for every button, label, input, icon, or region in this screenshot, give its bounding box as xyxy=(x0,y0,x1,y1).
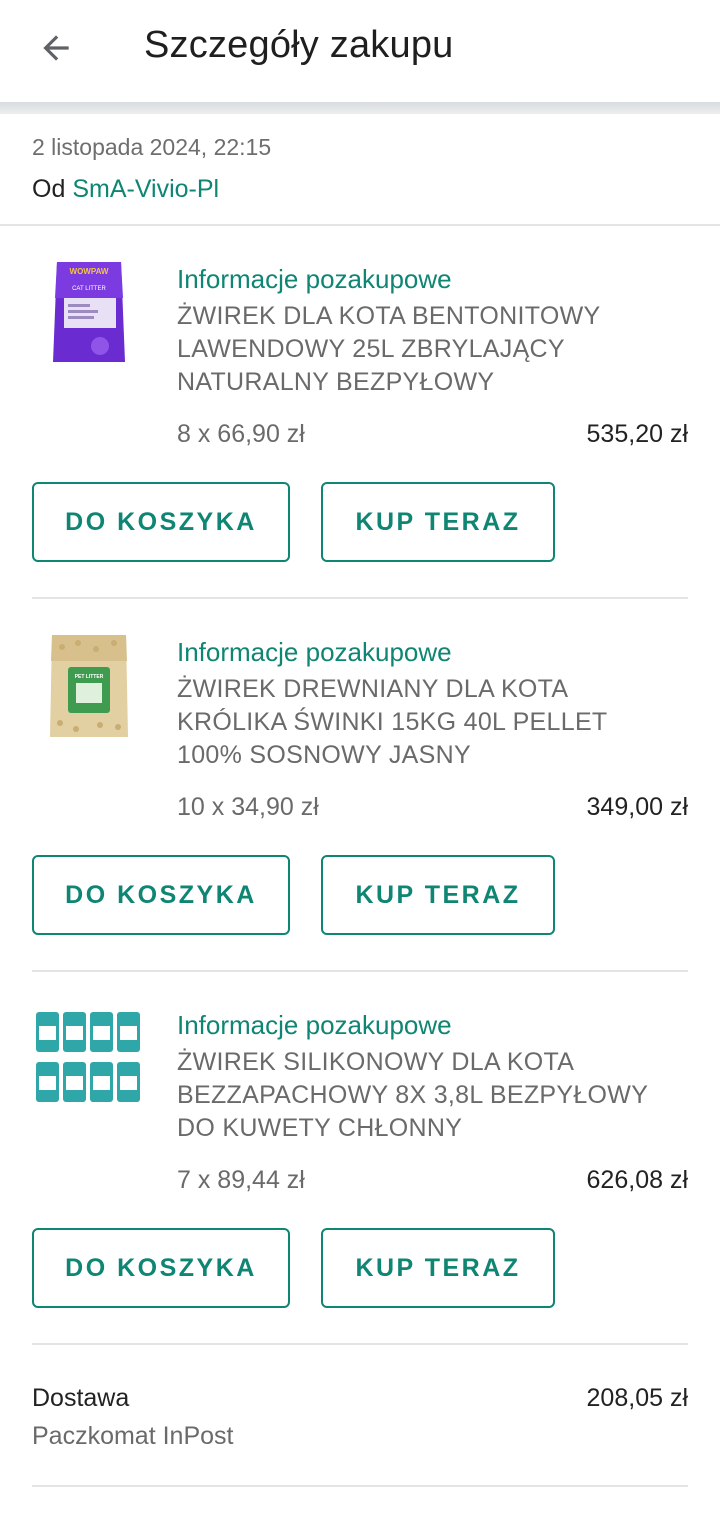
divider xyxy=(32,970,688,972)
product-name[interactable]: ŻWIREK SILIKONOWY DLA KOTA BEZZAPACHOWY … xyxy=(177,1046,677,1145)
post-purchase-info-link[interactable]: Informacje pozakupowe xyxy=(177,1010,452,1041)
svg-text:PET LITTER: PET LITTER xyxy=(75,674,104,680)
item-total: 626,08 zł xyxy=(586,1166,688,1194)
quantity-price: 10 x 34,90 zł xyxy=(177,793,319,821)
order-meta: 2 listopada 2024, 22:15 Od SmA-Vivio-Pl xyxy=(32,130,692,206)
buy-now-button[interactable]: KUP TERAZ xyxy=(321,855,555,935)
page-title: Szczegóły zakupu xyxy=(144,24,454,66)
post-purchase-info-link[interactable]: Informacje pozakupowe xyxy=(177,264,452,295)
divider xyxy=(32,1343,688,1345)
product-thumbnail[interactable] xyxy=(30,1004,144,1118)
from-label: Od xyxy=(32,175,66,203)
litter-bag-wood-image: PET LITTER xyxy=(30,631,144,745)
purchase-item: Informacje pozakupowe ŻWIREK SILIKONOWY … xyxy=(0,1004,720,1344)
post-purchase-info-link[interactable]: Informacje pozakupowe xyxy=(177,637,452,668)
add-to-cart-button[interactable]: DO KOSZYKA xyxy=(32,855,290,935)
svg-text:WOWPAW: WOWPAW xyxy=(70,267,109,276)
product-name[interactable]: ŻWIREK DREWNIANY DLA KOTA KRÓLIKA ŚWINKI… xyxy=(177,673,677,772)
svg-text:CAT LITTER: CAT LITTER xyxy=(72,286,106,292)
order-date: 2 listopada 2024, 22:15 xyxy=(32,134,272,160)
top-app-bar: Szczegóły zakupu xyxy=(0,0,720,104)
item-total: 349,00 zł xyxy=(586,793,688,821)
divider xyxy=(0,224,720,226)
quantity-price: 7 x 89,44 zł xyxy=(177,1166,305,1194)
litter-bag-purple-image: WOWPAW CAT LITTER xyxy=(30,258,144,372)
litter-bags-teal-image xyxy=(30,1004,144,1118)
divider xyxy=(32,597,688,599)
product-name[interactable]: ŻWIREK DLA KOTA BENTONITOWY LAWENDOWY 25… xyxy=(177,300,677,399)
product-thumbnail[interactable]: PET LITTER xyxy=(30,631,144,745)
back-button[interactable] xyxy=(30,22,82,74)
arrow-back-icon xyxy=(43,35,69,61)
add-to-cart-button[interactable]: DO KOSZYKA xyxy=(32,1228,290,1308)
buy-now-button[interactable]: KUP TERAZ xyxy=(321,482,555,562)
delivery-section: Dostawa Paczkomat InPost 208,05 zł xyxy=(32,1380,688,1454)
buy-now-button[interactable]: KUP TERAZ xyxy=(321,1228,555,1308)
delivery-price: 208,05 zł xyxy=(586,1384,688,1412)
purchase-item: WOWPAW CAT LITTER Informacje pozakupowe … xyxy=(0,258,720,598)
quantity-price: 8 x 66,90 zł xyxy=(177,420,305,448)
product-thumbnail[interactable]: WOWPAW CAT LITTER xyxy=(30,258,144,372)
delivery-method: Paczkomat InPost xyxy=(32,1422,234,1450)
purchase-item: PET LITTER Informacje pozakupowe ŻWIREK … xyxy=(0,631,720,971)
order-seller-line: Od SmA-Vivio-Pl xyxy=(32,172,692,206)
seller-link[interactable]: SmA-Vivio-Pl xyxy=(72,175,219,203)
divider xyxy=(32,1485,688,1487)
add-to-cart-button[interactable]: DO KOSZYKA xyxy=(32,482,290,562)
app-bar-shadow xyxy=(0,102,720,114)
item-total: 535,20 zł xyxy=(586,420,688,448)
